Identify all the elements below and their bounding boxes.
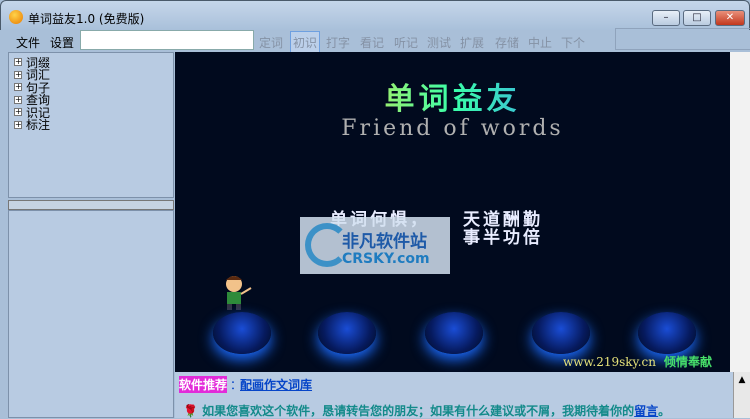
watermark-cn: 非凡软件站 xyxy=(342,232,427,252)
expand-icon[interactable]: + xyxy=(14,58,22,67)
ball-icon xyxy=(425,312,483,354)
poem-right-1: 天道酬勤 xyxy=(463,210,543,230)
toolbar-button[interactable]: 听记 xyxy=(394,34,418,51)
site-credit: www.219sky.cn 倾情奉献 xyxy=(563,353,712,370)
cartoon-kid-icon xyxy=(226,276,252,310)
scroll-up-icon[interactable]: ▲ xyxy=(734,372,750,388)
minimize-button[interactable]: – xyxy=(652,10,680,26)
toolbar-button[interactable]: 初识 xyxy=(290,31,321,54)
toolbar-button[interactable]: 看记 xyxy=(360,34,384,51)
toolbar-button[interactable]: 下个 xyxy=(561,34,585,51)
splash-subtitle: Friend of words xyxy=(341,116,564,141)
panel-splitter[interactable] xyxy=(8,200,174,210)
expand-icon[interactable]: + xyxy=(14,95,22,104)
credit-text: 倾情奉献 xyxy=(663,355,712,369)
feedback-link[interactable]: 留言 xyxy=(634,404,658,418)
info-panel: 软件推荐 ： 配画作文词库 🌹 如果您喜欢这个软件，恳请转告您的朋友；如果有什么… xyxy=(175,372,733,418)
close-button[interactable]: ✕ xyxy=(715,10,745,26)
message-text: 如果您喜欢这个软件，恳请转告您的朋友；如果有什么建议或不屑，我期待着你的 xyxy=(202,404,635,418)
watermark-logo: 非凡软件站 CRSKY.com xyxy=(300,217,450,274)
ball-icon xyxy=(532,312,590,354)
category-tree: + 词缀 + 词汇 + 句子 + 查询 + 识记 + 标注 xyxy=(8,52,174,198)
toolbar-button[interactable]: 测试 xyxy=(427,34,451,51)
scrollbar[interactable]: ▲ xyxy=(733,372,750,418)
tree-item[interactable]: + 标注 xyxy=(9,118,173,133)
menu-file[interactable]: 文件 xyxy=(16,34,40,51)
menu-settings[interactable]: 设置 xyxy=(50,34,74,51)
splash-title: 单词益友 xyxy=(175,74,730,118)
lower-panel xyxy=(8,210,174,418)
expand-icon[interactable]: + xyxy=(14,108,22,117)
watermark-en: CRSKY.com xyxy=(342,251,430,267)
ball-icon xyxy=(638,312,696,354)
toolbar-button[interactable]: 打字 xyxy=(326,34,350,51)
tree-item-label: 标注 xyxy=(26,118,51,133)
toolbar-button[interactable]: 存储 xyxy=(495,34,519,51)
feedback-message: 🌹 如果您喜欢这个软件，恳请转告您的朋友；如果有什么建议或不屑，我期待着你的留言… xyxy=(183,402,670,419)
poem-right-2: 事半功倍 xyxy=(463,228,543,248)
app-icon xyxy=(9,10,23,24)
rose-icon: 🌹 xyxy=(183,404,198,418)
recommend-link[interactable]: 配画作文词库 xyxy=(240,376,312,393)
menu-bar: 文件 设置 定词 初识 打字 看记 听记 测试 扩展 存储 中止 下个 xyxy=(8,28,750,54)
ball-icon xyxy=(318,312,376,354)
ball-icon xyxy=(213,312,271,354)
maximize-button[interactable]: □ xyxy=(683,10,711,26)
toolbar-button[interactable]: 中止 xyxy=(528,34,552,51)
expand-icon[interactable]: + xyxy=(14,83,22,92)
word-input[interactable] xyxy=(80,30,254,50)
site-url: www.219sky.cn xyxy=(562,355,656,369)
expand-icon[interactable]: + xyxy=(14,70,22,79)
status-box xyxy=(615,28,750,50)
toolbar-button[interactable]: 定词 xyxy=(259,34,283,51)
right-edge xyxy=(730,52,750,372)
window-title: 单词益友1.0 (免费版) xyxy=(28,12,145,26)
recommend-label: 软件推荐 xyxy=(179,376,228,393)
toolbar-button[interactable]: 扩展 xyxy=(460,34,484,51)
expand-icon[interactable]: + xyxy=(14,120,22,129)
message-end: 。 xyxy=(658,404,671,418)
splash-screen: 单词益友 Friend of words 单词何惧， 天道酬勤 事半功倍 非凡软… xyxy=(175,52,730,372)
title-bar: 单词益友1.0 (免费版) – □ ✕ xyxy=(0,0,750,30)
